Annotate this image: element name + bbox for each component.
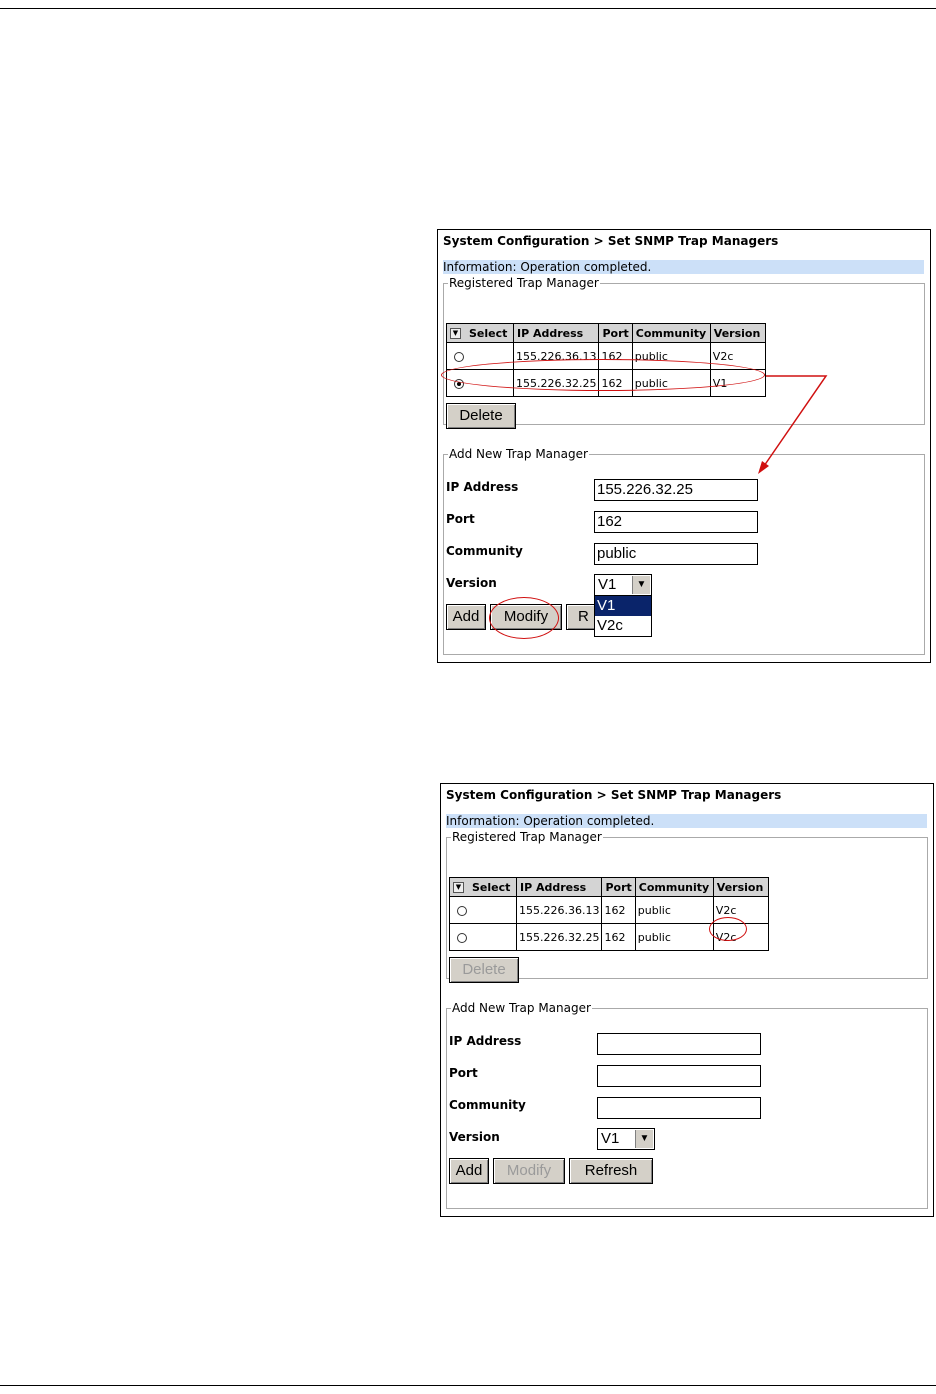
ip-address-input[interactable]	[597, 1033, 761, 1055]
info-message: Information: Operation completed.	[446, 814, 927, 828]
column-header-version: Version	[712, 877, 769, 897]
community-label: Community	[449, 1098, 526, 1112]
screenshot-panel-2: System Configuration > Set SNMP Trap Man…	[440, 783, 934, 1217]
version-select-value: V1	[601, 1130, 620, 1147]
port-input[interactable]	[597, 1065, 761, 1087]
version-label: Version	[449, 1130, 500, 1144]
column-header-select[interactable]: ▼ Select	[449, 877, 517, 897]
row-ip: 155.226.32.25	[515, 923, 603, 951]
community-input[interactable]	[597, 1097, 761, 1119]
refresh-button[interactable]: Refresh	[569, 1158, 653, 1184]
row-select-cell	[449, 923, 517, 951]
row-port: 162	[601, 923, 636, 951]
add-button[interactable]: Add	[449, 1158, 489, 1184]
table-header-row: ▼ Select IP Address Port Community Versio…	[449, 877, 769, 897]
row-community: public	[634, 896, 714, 924]
registered-trap-manager-group: Registered Trap Manager ▼ Select IP Addre…	[446, 830, 928, 983]
row-radio[interactable]	[457, 932, 467, 943]
column-header-ip: IP Address	[515, 877, 603, 897]
row-select-cell	[449, 896, 517, 924]
row-ip: 155.226.36.13	[515, 896, 603, 924]
column-header-community: Community	[634, 877, 714, 897]
row-port: 162	[601, 896, 636, 924]
add-trap-manager-legend: Add New Trap Manager	[452, 1001, 591, 1015]
sort-down-icon[interactable]: ▼	[453, 882, 464, 893]
column-header-port: Port	[601, 877, 636, 897]
ip-address-label: IP Address	[449, 1034, 522, 1048]
annotation-arrow	[758, 375, 828, 474]
page-title: System Configuration > Set SNMP Trap Man…	[446, 788, 782, 802]
version-highlight-ellipse	[709, 917, 747, 941]
add-trap-manager-group: Add New Trap Manager IP Address Port Com…	[446, 1002, 928, 1209]
bottom-rule	[0, 1385, 936, 1386]
modify-button-disabled: Modify	[493, 1158, 565, 1184]
delete-button-disabled: Delete	[449, 957, 519, 983]
dropdown-arrow-icon[interactable]: ▼	[635, 1130, 653, 1148]
row-radio[interactable]	[457, 905, 467, 916]
version-select[interactable]: V1 ▼	[597, 1128, 655, 1150]
row-community: public	[634, 923, 714, 951]
registered-trap-manager-legend: Registered Trap Manager	[452, 830, 602, 844]
port-label: Port	[449, 1066, 478, 1080]
